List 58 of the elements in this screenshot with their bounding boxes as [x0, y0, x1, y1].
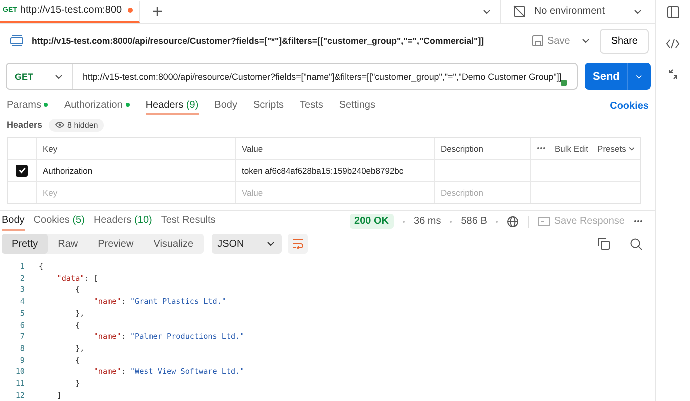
request-tab[interactable]: Headers (9)	[146, 97, 199, 116]
http-icon	[10, 34, 24, 48]
search-icon[interactable]	[630, 238, 643, 251]
arrows-icon[interactable]	[668, 69, 678, 80]
view-mode-tab[interactable]: Visualize	[144, 234, 204, 254]
layout-icon[interactable]	[666, 6, 680, 19]
header-key: Authorization	[43, 166, 93, 176]
send-button[interactable]: Send	[585, 63, 651, 90]
separator-dot	[496, 220, 498, 223]
more-icon[interactable]	[537, 147, 546, 150]
view-mode-tab[interactable]: Preview	[88, 234, 144, 254]
presets-dropdown[interactable]: Presets	[598, 144, 636, 154]
copy-icon[interactable]	[598, 238, 610, 250]
checkbox[interactable]	[16, 164, 28, 177]
view-mode-tab[interactable]: Pretty	[2, 234, 48, 254]
column-header: Value	[242, 144, 264, 154]
separator-dot	[403, 220, 406, 223]
wrap-icon	[292, 239, 304, 250]
wrap-lines-button[interactable]	[288, 234, 308, 254]
save-button[interactable]: Save	[526, 34, 576, 48]
request-tab[interactable]: Body	[214, 97, 238, 116]
response-time: 36 ms	[414, 216, 442, 228]
request-tab[interactable]: Authorization	[64, 97, 130, 116]
response-size: 586 B	[461, 216, 488, 228]
separator-dot	[450, 220, 452, 223]
share-button[interactable]: Share	[600, 28, 649, 54]
request-tab[interactable]: Settings	[339, 97, 376, 116]
view-mode-tab[interactable]: Raw	[48, 234, 88, 254]
url-field[interactable]: http://v15-test.com:8000/api/resource/Customer?fields=["name"]&filters=[["customer_group","=","Demo Customer Group"]]	[73, 72, 562, 82]
environment-selector[interactable]: No environment	[500, 0, 655, 23]
code-icon[interactable]	[666, 39, 680, 49]
format-dropdown[interactable]: JSON	[212, 234, 282, 254]
method-dropdown[interactable]: GET	[7, 64, 73, 90]
plus-icon[interactable]	[152, 6, 164, 17]
header-value: token af6c84af628ba15:159b240eb8792bc	[242, 166, 404, 176]
column-header: Key	[43, 144, 58, 154]
chevron-icon	[628, 144, 636, 153]
request-tab[interactable]: Tests	[300, 97, 324, 116]
save-icon	[532, 35, 544, 48]
hidden-headers-toggle[interactable]: 8 hidden	[48, 118, 104, 132]
bulk-edit-link[interactable]: Bulk Edit	[555, 144, 589, 154]
cookies-link[interactable]: Cookies	[610, 100, 649, 112]
headers-label: Headers	[7, 120, 43, 130]
save-response-icon	[538, 217, 550, 226]
request-tab[interactable]: Params	[7, 97, 48, 116]
response-tab[interactable]: Test Results	[161, 212, 216, 231]
status-square-icon	[561, 80, 567, 86]
request-title: http://v15-test.com:8000/api/resource/Customer?fields=["*"]&filters=[["customer_group","=","Commercial"]]	[32, 36, 484, 46]
status-badge: 200 OK	[350, 214, 394, 230]
response-tab[interactable]: Body	[2, 212, 25, 231]
no-environment-icon	[513, 5, 526, 18]
request-tab[interactable]: Scripts	[253, 97, 284, 116]
eye-icon	[54, 121, 65, 130]
globe-icon[interactable]	[507, 216, 520, 228]
response-tab[interactable]: Cookies (5)	[34, 212, 85, 231]
more-icon[interactable]	[634, 220, 643, 224]
response-tab[interactable]: Headers (10)	[94, 212, 152, 231]
column-header: Description	[441, 144, 484, 154]
